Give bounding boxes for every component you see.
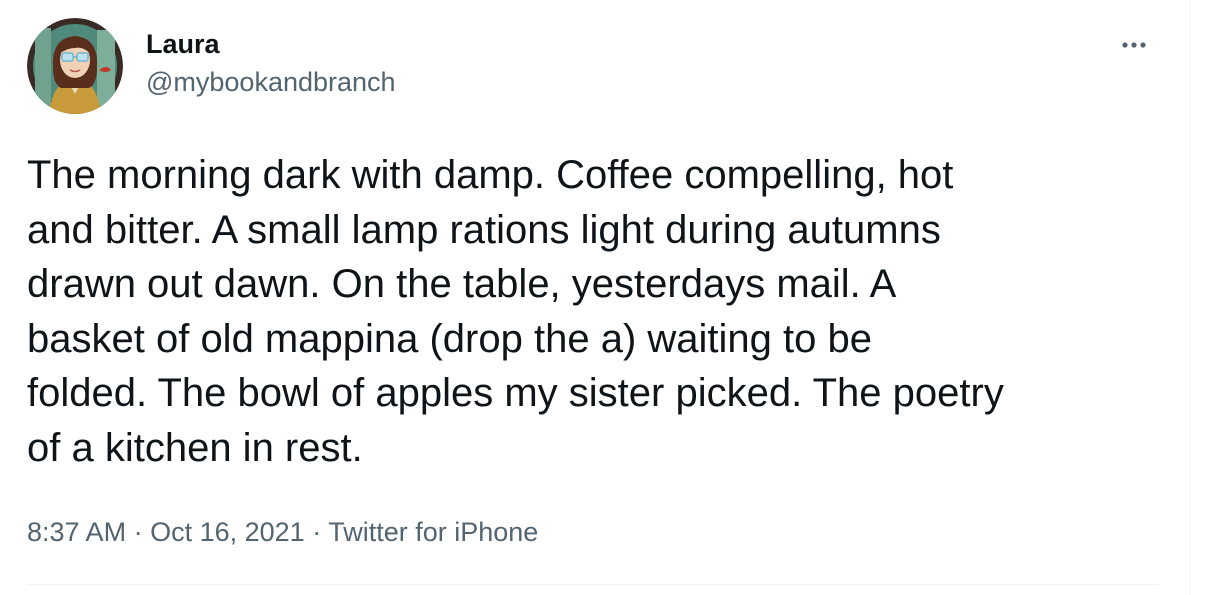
tweet-source-link[interactable]: Twitter for iPhone [328, 517, 538, 547]
more-horizontal-icon [1122, 42, 1146, 48]
more-options-button[interactable] [1116, 30, 1152, 60]
meta-separator: · [312, 517, 322, 547]
tweet-time-link[interactable]: 8:37 AM [27, 517, 126, 547]
author-handle[interactable]: @mybookandbranch [146, 66, 396, 98]
tweet-text: The morning dark with damp. Coffee compe… [27, 153, 1004, 470]
tweet-date-link[interactable]: Oct 16, 2021 [150, 517, 305, 547]
avatar-image [27, 18, 123, 114]
tweet-metadata: 8:37 AM · Oct 16, 2021 · Twitter for iPh… [27, 514, 538, 550]
author-display-name[interactable]: Laura [146, 28, 220, 60]
divider [27, 584, 1158, 585]
column-border [1190, 0, 1191, 595]
avatar[interactable] [27, 18, 123, 114]
meta-separator: · [133, 517, 143, 547]
